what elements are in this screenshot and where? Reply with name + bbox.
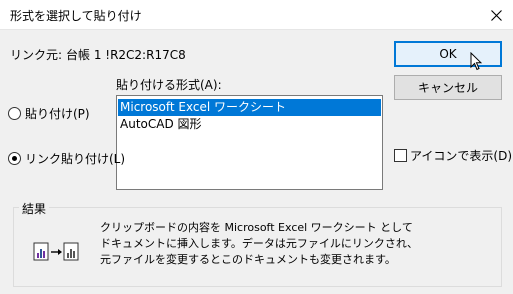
paste-link-radio[interactable] (8, 152, 21, 165)
paste-link-result-icon (33, 240, 83, 267)
result-line: クリップボードの内容を Microsoft Excel ワークシート として (100, 221, 413, 234)
result-line: ドキュメントに挿入します。データは元ファイルにリンクされ、 (100, 237, 419, 250)
ok-button[interactable]: OK (394, 41, 502, 67)
cancel-button[interactable]: キャンセル (394, 75, 502, 100)
result-line: 元ファイルを変更するとこのドキュメントも変更されます。 (100, 253, 396, 266)
close-icon (491, 10, 502, 21)
display-as-icon-checkbox[interactable] (394, 149, 407, 162)
window-title: 形式を選択して貼り付け (10, 9, 142, 23)
paste-radio[interactable] (8, 107, 21, 120)
title-bar: 形式を選択して貼り付け (0, 0, 513, 30)
list-item[interactable]: AutoCAD 図形 (118, 116, 381, 133)
paste-as-listbox[interactable]: Microsoft Excel ワークシート AutoCAD 図形 (116, 95, 383, 190)
mouse-cursor-icon (470, 51, 483, 74)
source-label: リンク元: (10, 48, 63, 62)
list-item[interactable]: Microsoft Excel ワークシート (118, 99, 381, 116)
display-as-icon-label[interactable]: アイコンで表示(D) (410, 147, 512, 164)
result-description: クリップボードの内容を Microsoft Excel ワークシート として ド… (100, 220, 490, 268)
paste-link-radio-label[interactable]: リンク貼り付け(L) (25, 150, 125, 167)
close-button[interactable] (479, 0, 513, 30)
paste-radio-label[interactable]: 貼り付け(P) (25, 105, 90, 122)
paste-as-label: 貼り付ける形式(A): (116, 78, 222, 92)
source-value: 台帳 1 !R2C2:R17C8 (66, 48, 186, 62)
result-group-title: 結果 (19, 200, 50, 217)
